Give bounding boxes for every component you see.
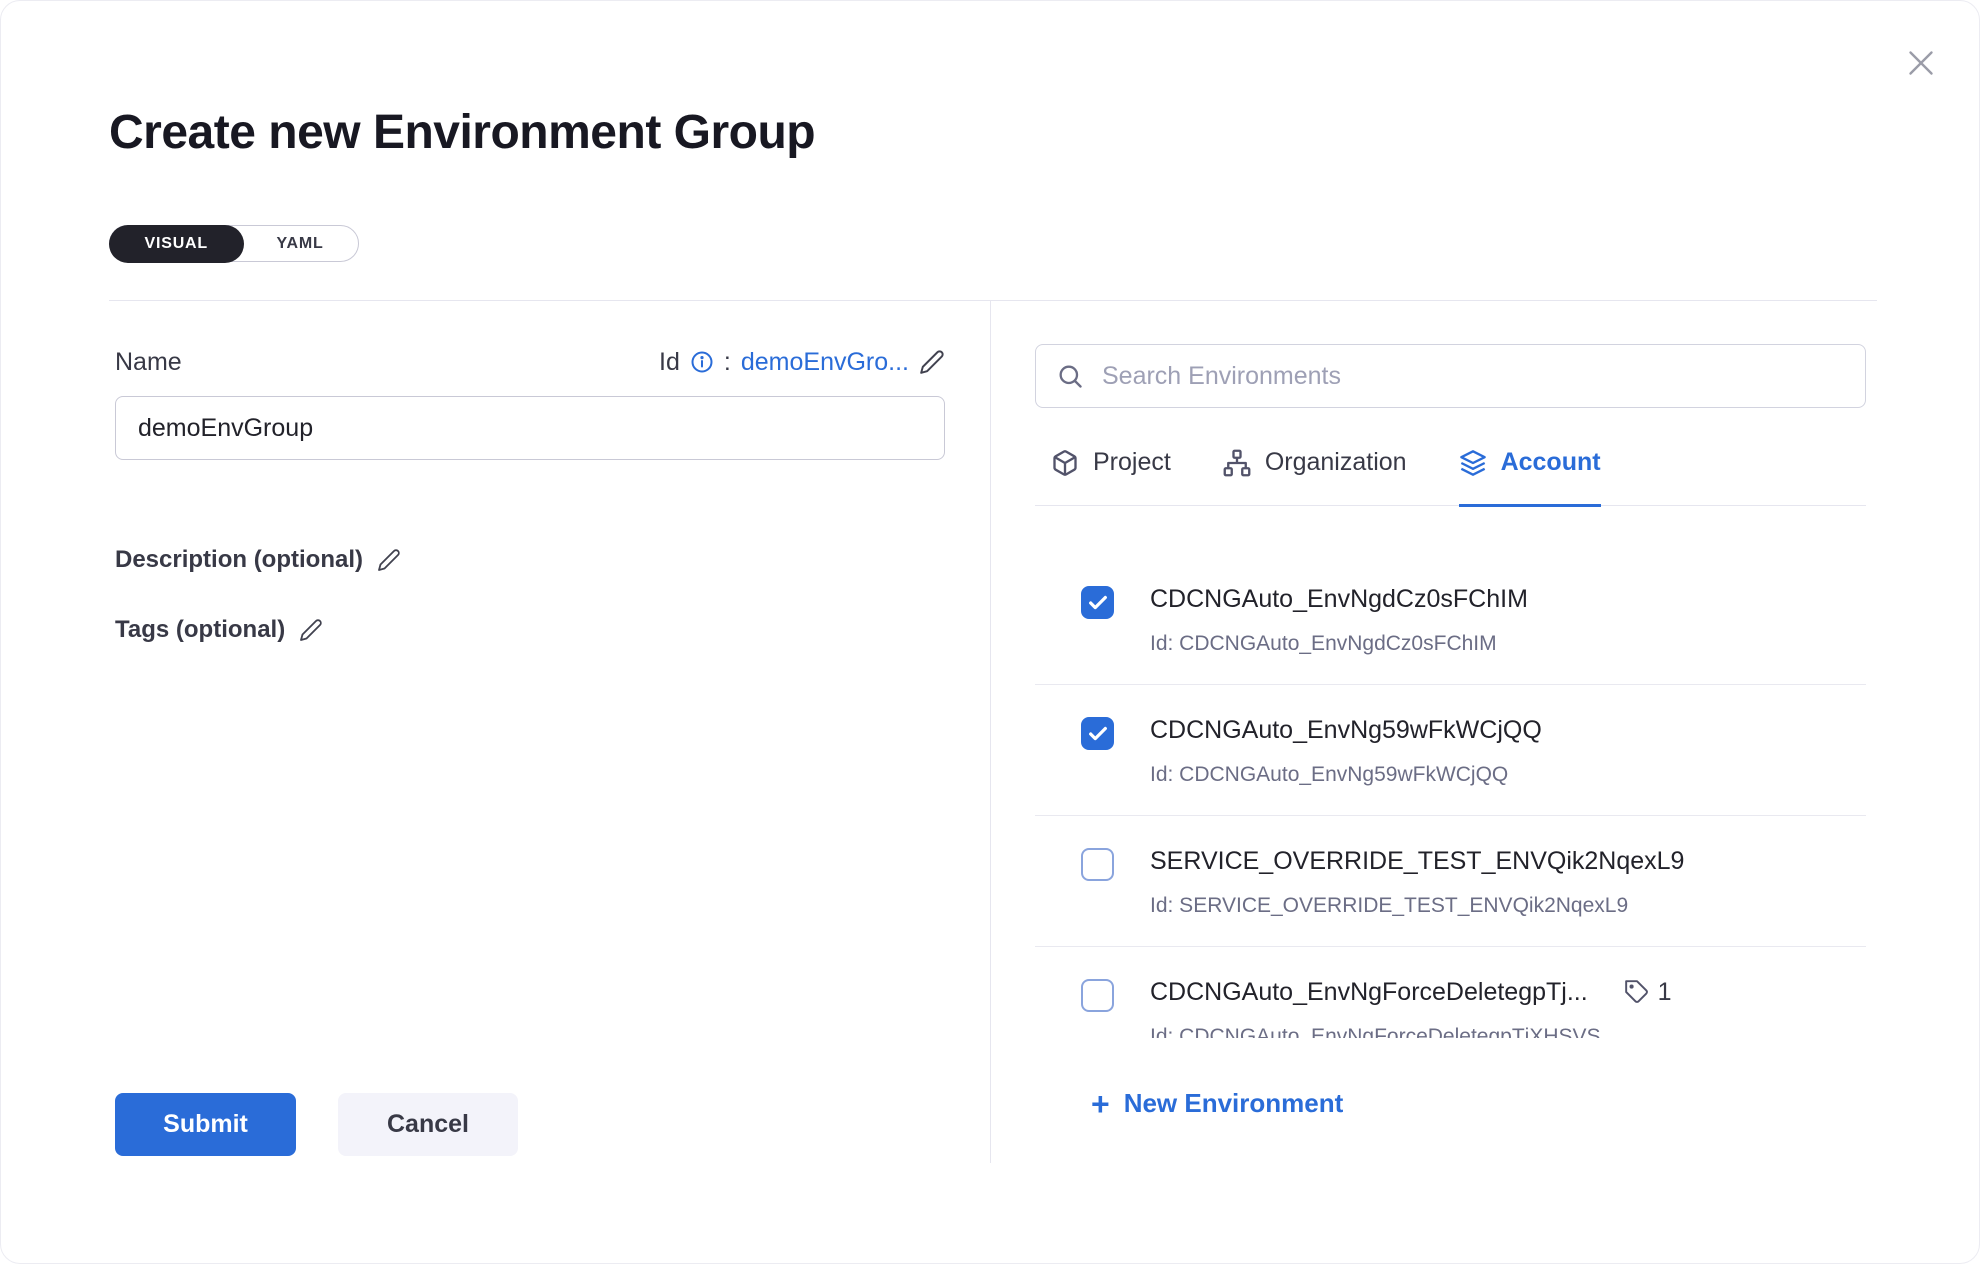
- yaml-toggle-button[interactable]: YAML: [242, 226, 357, 261]
- edit-description-icon[interactable]: [377, 548, 401, 572]
- environment-row: CDCNGAuto_EnvNg59wFkWCjQQ Id: CDCNGAuto_…: [1035, 685, 1866, 816]
- tab-organization-label: Organization: [1265, 448, 1407, 477]
- search-icon: [1056, 362, 1084, 390]
- environment-row: CDCNGAuto_EnvNgdCz0sFChIM Id: CDCNGAuto_…: [1035, 554, 1866, 685]
- tab-organization[interactable]: Organization: [1223, 448, 1407, 505]
- name-input[interactable]: [115, 396, 945, 460]
- form-column: Name Id : demoEnvGro... Descriptio: [115, 346, 945, 644]
- submit-button[interactable]: Submit: [115, 1093, 296, 1156]
- tags-label: Tags (optional): [115, 616, 285, 644]
- create-env-group-modal: Create new Environment Group VISUAL YAML…: [0, 0, 1980, 1264]
- plus-icon: +: [1091, 1089, 1110, 1119]
- environment-checkbox[interactable]: [1081, 848, 1114, 881]
- visual-toggle-button[interactable]: VISUAL: [109, 225, 244, 263]
- entity-id-row: Id : demoEnvGro...: [659, 348, 945, 377]
- tab-account-label: Account: [1501, 448, 1601, 477]
- account-layers-icon: [1459, 449, 1487, 477]
- tag-icon: [1624, 979, 1650, 1005]
- info-icon[interactable]: [690, 350, 714, 374]
- search-environments-input[interactable]: [1100, 361, 1845, 392]
- visual-yaml-toggle: VISUAL YAML: [109, 225, 359, 262]
- name-label: Name: [115, 348, 182, 377]
- environment-row: CDCNGAuto_EnvNgForceDeletegpTj... 1 I: [1035, 947, 1866, 1038]
- environment-name: CDCNGAuto_EnvNg59wFkWCjQQ: [1150, 715, 1542, 745]
- id-separator: :: [724, 348, 731, 377]
- environment-list: CDCNGAuto_EnvNgdCz0sFChIM Id: CDCNGAuto_…: [1035, 506, 1866, 1038]
- id-label: Id: [659, 348, 680, 377]
- environment-name: CDCNGAuto_EnvNgdCz0sFChIM: [1150, 584, 1528, 614]
- environment-checkbox[interactable]: [1081, 586, 1114, 619]
- tab-project[interactable]: Project: [1051, 448, 1171, 505]
- new-environment-label: New Environment: [1124, 1088, 1344, 1119]
- new-environment-button[interactable]: + New Environment: [1035, 1088, 1866, 1119]
- environment-checkbox[interactable]: [1081, 717, 1114, 750]
- close-icon[interactable]: [1903, 45, 1939, 81]
- tab-project-label: Project: [1093, 448, 1171, 477]
- search-box: [1035, 344, 1866, 408]
- environment-id: Id: CDCNGAuto_EnvNgdCz0sFChIM: [1150, 632, 1866, 656]
- tag-count-badge: 1: [1624, 978, 1672, 1007]
- environment-name: SERVICE_OVERRIDE_TEST_ENVQik2NqexL9: [1150, 846, 1684, 876]
- environment-id: Id: SERVICE_OVERRIDE_TEST_ENVQik2NqexL9: [1150, 894, 1866, 918]
- project-cube-icon: [1051, 449, 1079, 477]
- environment-id: Id: CDCNGAuto_EnvNg59wFkWCjQQ: [1150, 763, 1866, 787]
- column-divider: [990, 300, 991, 1163]
- edit-id-icon[interactable]: [919, 349, 945, 375]
- tag-count: 1: [1658, 978, 1672, 1007]
- environment-checkbox[interactable]: [1081, 979, 1114, 1012]
- form-actions: Submit Cancel: [115, 1093, 518, 1156]
- header-divider: [109, 300, 1877, 301]
- page-title: Create new Environment Group: [109, 105, 815, 160]
- scope-tabs: Project Organization: [1035, 448, 1866, 506]
- description-label: Description (optional): [115, 546, 363, 574]
- organization-sitemap-icon: [1223, 449, 1251, 477]
- environment-picker-panel: Project Organization: [1035, 344, 1866, 1119]
- id-value-link[interactable]: demoEnvGro...: [741, 348, 909, 377]
- cancel-button[interactable]: Cancel: [338, 1093, 518, 1156]
- tab-account[interactable]: Account: [1459, 448, 1601, 507]
- edit-tags-icon[interactable]: [299, 618, 323, 642]
- environment-id: Id: CDCNGAuto_EnvNgForceDeletegpTjXHSVS: [1150, 1025, 1866, 1038]
- environment-row: SERVICE_OVERRIDE_TEST_ENVQik2NqexL9 Id: …: [1035, 816, 1866, 947]
- environment-name: CDCNGAuto_EnvNgForceDeletegpTj...: [1150, 977, 1588, 1007]
